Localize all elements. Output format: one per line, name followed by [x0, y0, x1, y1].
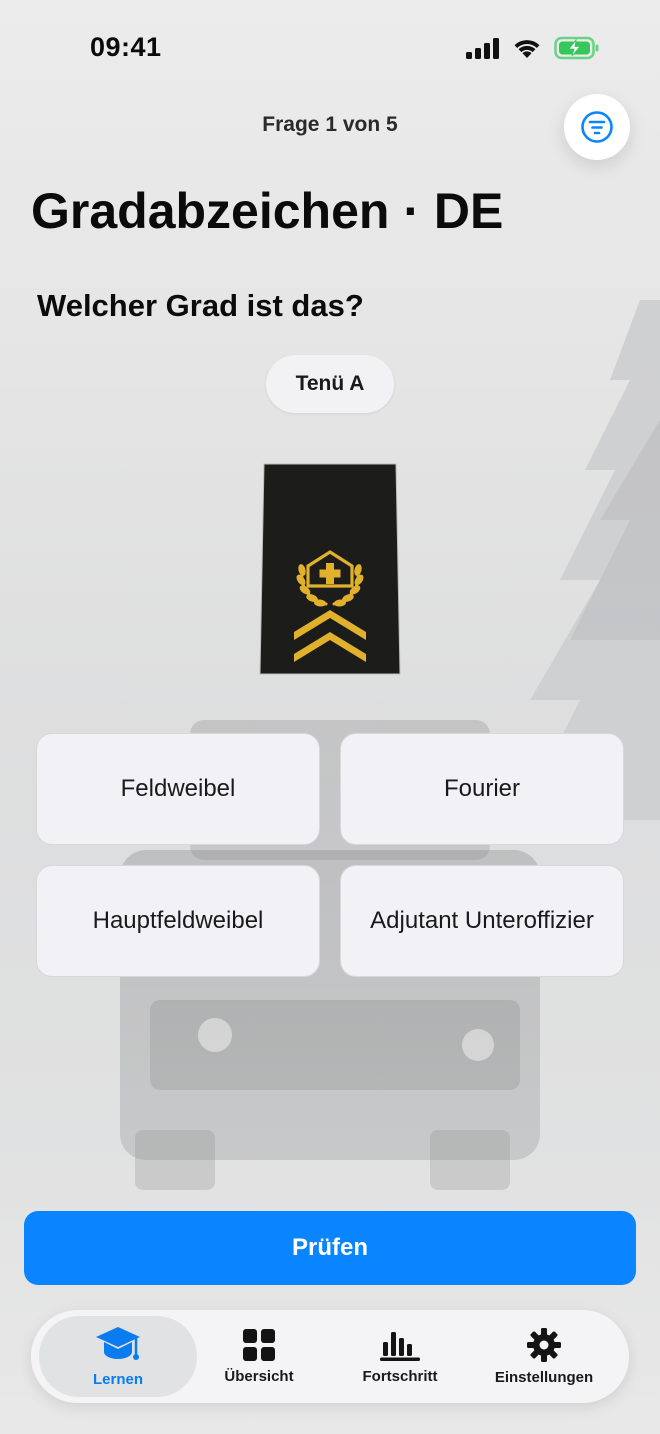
grid-icon — [243, 1329, 275, 1361]
answer-option-hauptfeldweibel[interactable]: Hauptfeldweibel — [36, 865, 320, 977]
tab-fortschritt[interactable]: Fortschritt — [329, 1316, 471, 1397]
cellular-signal-icon — [466, 38, 499, 59]
answer-option-adjutant-unteroffizier[interactable]: Adjutant Unteroffizier — [340, 865, 624, 977]
check-button[interactable]: Prüfen — [24, 1211, 636, 1285]
question-counter: Frage 1 von 5 — [262, 113, 398, 136]
status-bar: 09:41 — [0, 0, 660, 96]
uniform-chip[interactable]: Tenü A — [266, 355, 394, 413]
tab-label-lernen: Lernen — [92, 1371, 143, 1388]
page-title: Gradabzeichen · DE — [31, 183, 504, 239]
status-time: 09:41 — [90, 32, 162, 62]
tab-lernen[interactable]: Lernen — [39, 1316, 197, 1397]
tab-bar: Lernen Übersicht Fortschritt Einstellung… — [31, 1310, 629, 1403]
battery-charging-icon — [554, 36, 599, 60]
tab-uebersicht[interactable]: Übersicht — [189, 1316, 329, 1397]
wifi-icon — [514, 40, 540, 58]
tab-label-uebersicht: Übersicht — [224, 1368, 294, 1385]
status-icons — [466, 36, 600, 60]
rank-insignia-image — [259, 463, 401, 675]
tab-label-fortschritt: Fortschritt — [362, 1368, 438, 1385]
gear-icon — [527, 1328, 561, 1362]
question-text: Welcher Grad ist das? — [37, 288, 364, 323]
filter-icon — [581, 111, 613, 143]
graduation-cap-icon — [96, 1327, 140, 1360]
filter-button[interactable] — [564, 94, 630, 160]
tab-label-einstellungen: Einstellungen — [494, 1369, 594, 1386]
answer-option-fourier[interactable]: Fourier — [340, 733, 624, 845]
tab-einstellungen[interactable]: Einstellungen — [471, 1316, 617, 1397]
bar-chart-icon — [380, 1332, 420, 1361]
answer-option-feldweibel[interactable]: Feldweibel — [36, 733, 320, 845]
